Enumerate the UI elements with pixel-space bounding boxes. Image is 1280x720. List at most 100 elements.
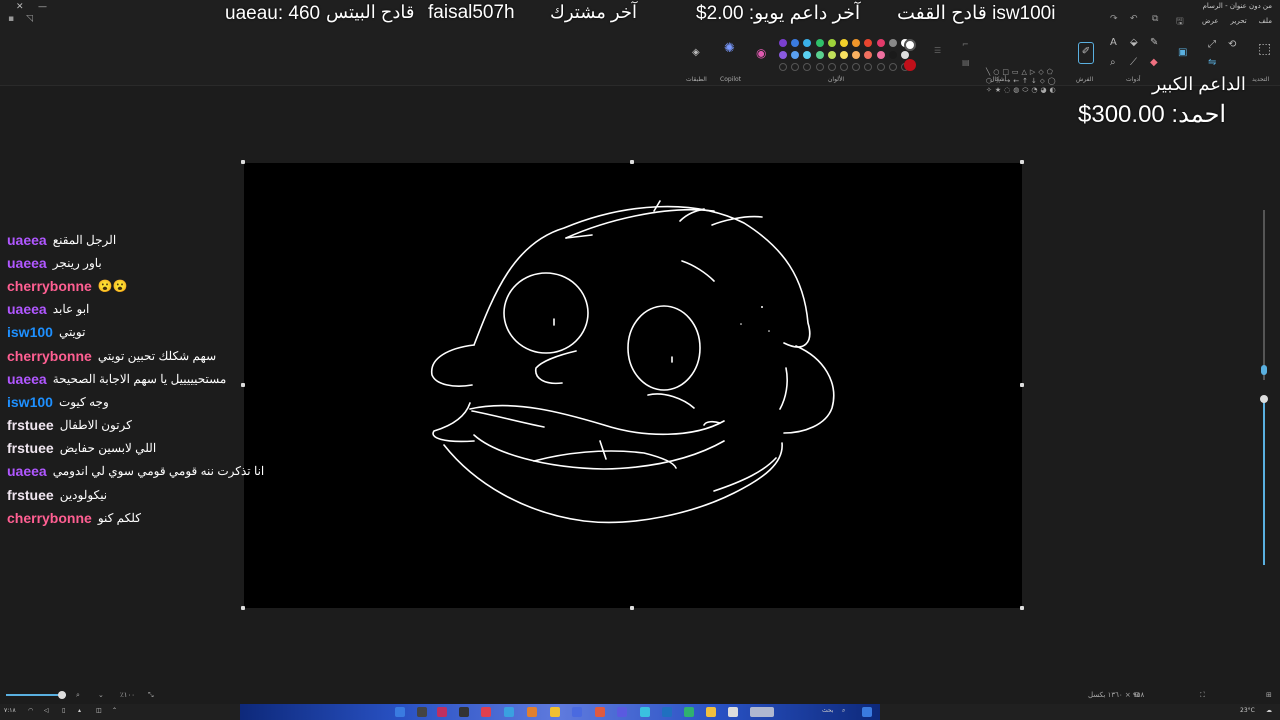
tray-icon[interactable]: ▴ [78,707,81,714]
new-icon[interactable]: ⧉ [1152,14,1158,24]
wifi-icon[interactable]: ◠ [28,707,33,714]
color-swatch[interactable] [864,39,873,47]
taskbar-app-icon[interactable] [504,707,514,717]
taskbar-app-icon[interactable] [595,707,605,717]
custom-color-slot[interactable] [827,63,836,71]
flip-icon[interactable]: ⇋ [1208,58,1216,68]
battery-icon[interactable]: ▯ [62,707,65,714]
start-icon[interactable] [862,707,872,717]
layers-icon[interactable]: ◈ [692,48,700,58]
menu-edit[interactable]: تحرير [1231,17,1247,25]
crop-icon[interactable]: ⤢ [1208,40,1216,50]
taskbar-app-icon[interactable] [572,707,582,717]
color-swatch[interactable] [815,39,824,47]
select-icon[interactable]: ⬚ [1258,42,1271,56]
taskbar-search[interactable]: بحث [822,707,833,714]
taskbar-app-icon[interactable] [395,707,405,717]
color-swatch[interactable] [827,39,836,47]
color-swatch[interactable] [888,39,897,47]
image-resize-icon[interactable]: ▣ [1178,48,1187,58]
resize-handle-t[interactable] [630,160,634,164]
taskbar-app-icon[interactable] [437,707,447,717]
color-swatch[interactable] [815,51,824,59]
color-swatch[interactable] [791,51,800,59]
grid-icon[interactable]: ⊞ [1266,691,1272,699]
taskbar-app-icon[interactable] [684,707,694,717]
taskbar-app-icon[interactable] [640,707,650,717]
brush-icon[interactable]: ✐ [1078,42,1094,64]
vertical-slider[interactable] [1260,210,1268,570]
taskbar-app-icon[interactable] [662,707,672,717]
color-swatch[interactable] [779,39,787,47]
magnifier-icon[interactable]: ⌕ [1110,58,1116,68]
search-icon[interactable]: ⌕ [842,707,845,715]
zoom-slider-thumb[interactable] [58,691,66,699]
custom-color-slot[interactable] [791,63,800,71]
custom-color-slot[interactable] [864,63,873,71]
taskbar-app-icon[interactable] [617,707,627,717]
color-swatch[interactable] [852,39,861,47]
taskbar-app-icon[interactable] [527,707,537,717]
color-swatch[interactable] [803,39,812,47]
color-swatch[interactable] [876,51,885,59]
color-picker-icon[interactable]: ⟋ [1130,58,1137,68]
color-swatch[interactable] [901,51,909,59]
resize-handle-b[interactable] [630,606,634,610]
zoom-dropdown-icon[interactable]: ⌄ [98,691,104,699]
size-icon[interactable]: ☰ [934,46,941,56]
menu-file[interactable]: ملف [1259,17,1272,25]
resize-handle-br[interactable] [1020,606,1024,610]
primary-color-swatch[interactable] [904,39,916,51]
resize-handle-tr[interactable] [1020,160,1024,164]
zoom-icon[interactable]: ⌕ [76,691,80,700]
undo-icon[interactable]: ↶ [1130,14,1138,24]
rotate-icon[interactable]: ⟲ [1228,40,1236,50]
save-icon[interactable]: 🖫 [1176,14,1184,30]
file-explorer-icon[interactable] [706,707,716,717]
copilot-icon[interactable]: ✺ [724,42,735,55]
fit-icon[interactable]: ⤡ [148,691,154,700]
shapes-gallery[interactable]: ╲○□▭△▷◇⬠ ⬡☆→←↑↓⬦◯ ✧★◌◍⬭◔◕◐ [986,68,1066,106]
custom-color-slot[interactable] [876,63,885,71]
chevron-up-icon[interactable]: ⌃ [112,707,117,714]
pin-icon[interactable]: ◹ [26,14,33,24]
custom-color-slot[interactable] [852,63,861,71]
outline-icon[interactable]: ⌐ [962,40,969,50]
color-swatch[interactable] [779,51,787,59]
custom-color-slot[interactable] [888,63,897,71]
text-icon[interactable]: A [1110,38,1117,48]
drawing-canvas[interactable] [244,163,1022,608]
fullscreen-icon[interactable]: ⛶ [1200,691,1205,700]
menu-view[interactable]: عرض [1202,17,1219,25]
color-swatch[interactable] [864,51,873,59]
volume-icon[interactable]: ◁ [44,707,49,714]
taskbar-app-icon[interactable] [750,707,774,717]
fill-icon[interactable]: ⬙ [1130,38,1138,48]
minimize-icon[interactable]: — [38,2,47,12]
custom-color-slot[interactable] [779,63,787,71]
color-swatch[interactable] [876,39,885,47]
close-icon[interactable]: ✕ [16,2,24,12]
resize-handle-r[interactable] [1020,383,1024,387]
zoom-slider[interactable] [6,694,66,696]
eraser-icon[interactable]: ◆ [1150,58,1158,68]
taskbar-app-icon[interactable] [481,707,491,717]
color-swatch[interactable] [827,51,836,59]
color-swatch[interactable] [852,51,861,59]
color-swatch[interactable] [888,51,897,59]
color-swatch[interactable] [803,51,812,59]
taskbar-app-icon[interactable] [417,707,427,717]
color-swatch[interactable] [840,51,848,59]
custom-color-slot[interactable] [840,63,848,71]
shape-fill-icon[interactable]: ▤ [962,58,970,68]
taskbar-app-icon[interactable] [550,707,560,717]
redo-icon[interactable]: ↷ [1110,14,1118,24]
resize-handle-bl[interactable] [241,606,245,610]
edit-colors-icon[interactable]: ◉ [756,47,766,59]
taskbar-app-icon[interactable] [459,707,469,717]
color-swatch[interactable] [840,39,848,47]
restore-icon[interactable]: ▪ [8,14,14,24]
resize-handle-tl[interactable] [241,160,245,164]
secondary-color-swatch[interactable] [904,59,916,71]
custom-color-slot[interactable] [803,63,812,71]
